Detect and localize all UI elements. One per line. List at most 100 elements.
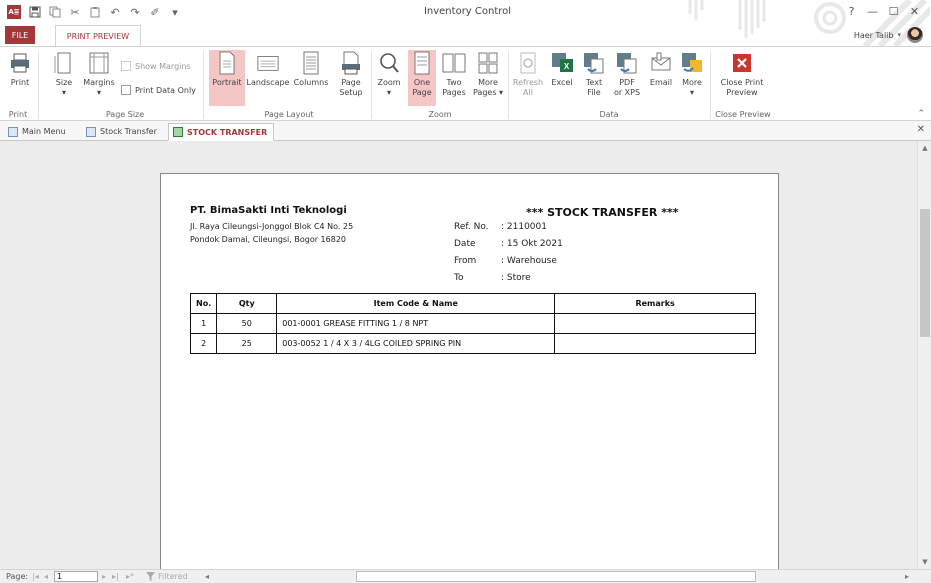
tab-file[interactable]: FILE: [5, 26, 35, 44]
report-icon: [173, 127, 183, 137]
page-setup-button[interactable]: Page Setup: [334, 50, 368, 106]
page-setup-icon: [339, 50, 363, 76]
page-label: Page:: [6, 572, 29, 581]
cut-icon[interactable]: ✂: [68, 5, 82, 19]
tab-stock-transfer-form-label: Stock Transfer: [100, 127, 157, 136]
report-title: *** STOCK TRANSFER ***: [526, 206, 679, 219]
table-row: 1 50 001-0001 GREASE FITTING 1 / 8 NPT: [189, 313, 756, 334]
filter-icon[interactable]: [146, 572, 155, 583]
date-value: : 15 Okt 2021: [501, 239, 563, 249]
more-export-button[interactable]: More ▾: [678, 50, 706, 106]
portrait-button[interactable]: Portrait: [209, 50, 245, 106]
print-data-only-checkbox[interactable]: Print Data Only: [121, 85, 196, 95]
text-file-icon: [582, 50, 606, 76]
prev-page-icon[interactable]: ◂: [44, 572, 48, 581]
refresh-label-2: All: [523, 88, 533, 97]
customize-toolbar-icon[interactable]: ▾: [168, 5, 182, 19]
data-group-label: Data: [599, 110, 619, 119]
window-title: Inventory Control: [423, 6, 512, 17]
horizontal-scrollbar[interactable]: [356, 571, 756, 582]
user-chevron-icon[interactable]: ▾: [897, 31, 901, 39]
close-object-icon[interactable]: ✕: [917, 124, 925, 135]
close-print-preview-button[interactable]: Close Print Preview: [716, 50, 768, 106]
export-pdf-button[interactable]: PDF or XPS: [611, 50, 643, 106]
filter-status[interactable]: Filtered: [158, 572, 188, 581]
pdf-label-1: PDF: [619, 78, 635, 87]
show-margins-checkbox[interactable]: Show Margins: [121, 61, 191, 71]
one-page-button[interactable]: One Page: [408, 50, 436, 106]
help-button[interactable]: ?: [841, 3, 862, 19]
items-table: No. Qty Item Code & Name Remarks 1 50 00…: [189, 293, 756, 354]
scroll-left-icon[interactable]: ◂: [205, 572, 209, 581]
zoom-button[interactable]: Zoom ▾: [375, 50, 403, 106]
close-preview-label-1: Close Print: [720, 78, 764, 87]
more-pages-button[interactable]: More Pages ▾: [471, 50, 505, 106]
address-line-1: Jl. Raya Cileungsi-Jonggol Blok C4 No. 2…: [190, 222, 354, 231]
margins-dropdown-icon: ▾: [96, 88, 101, 97]
page-setup-label-2: Setup: [339, 88, 363, 97]
zoom-group-label: Zoom: [428, 110, 452, 119]
save-icon[interactable]: [28, 5, 42, 19]
collapse-ribbon-icon[interactable]: ⌃: [917, 109, 925, 119]
export-text-file-button[interactable]: Text File: [580, 50, 608, 106]
margins-button[interactable]: Margins ▾: [80, 50, 118, 106]
scroll-down-icon[interactable]: ▼: [920, 557, 930, 567]
tab-stock-transfer-form[interactable]: Stock Transfer: [86, 124, 157, 139]
email-label: Email: [649, 78, 673, 87]
redo-icon[interactable]: ↷: [128, 5, 142, 19]
user-account[interactable]: Haer Talib ▾: [854, 27, 923, 43]
print-data-only-box[interactable]: [121, 85, 131, 95]
minimize-button[interactable]: —: [862, 3, 883, 19]
last-page-icon[interactable]: ▸|: [112, 572, 119, 581]
excel-icon: X: [550, 50, 574, 76]
print-button[interactable]: Print: [6, 50, 34, 106]
print-label: Print: [10, 78, 30, 87]
to-label: To: [454, 273, 464, 283]
export-excel-button[interactable]: X Excel: [548, 50, 576, 106]
scroll-right-icon[interactable]: ▸: [905, 572, 909, 581]
vertical-scroll-thumb[interactable]: [920, 209, 930, 337]
landscape-button[interactable]: Landscape: [246, 50, 290, 106]
columns-label: Columns: [293, 78, 329, 87]
page-number-input[interactable]: 1: [54, 571, 98, 582]
close-window-button[interactable]: ✕: [904, 3, 925, 19]
next-page-icon[interactable]: ▸: [102, 572, 106, 581]
table-header-row: No. Qty Item Code & Name Remarks: [189, 293, 756, 314]
more-pages-label-1: More: [478, 78, 498, 87]
email-button[interactable]: Email: [646, 50, 676, 106]
page-setup-label-1: Page: [341, 78, 361, 87]
paste-icon[interactable]: [88, 5, 102, 19]
pdf-label-2: or XPS: [613, 88, 641, 97]
size-button[interactable]: Size ▾: [50, 50, 78, 106]
tab-print-preview[interactable]: PRINT PREVIEW: [55, 25, 141, 46]
text-file-label-2: File: [587, 88, 601, 97]
tab-stock-transfer-report[interactable]: STOCK TRANSFER: [168, 123, 275, 141]
vertical-scrollbar[interactable]: ▲ ▼: [917, 141, 931, 569]
copy-icon[interactable]: [48, 5, 62, 19]
format-painter-icon[interactable]: ✐: [148, 5, 162, 19]
print-group-label: Print: [8, 110, 28, 119]
access-logo-icon[interactable]: A≣: [7, 5, 21, 19]
two-pages-button[interactable]: Two Pages: [438, 50, 470, 106]
close-preview-group-label: Close Preview: [715, 110, 771, 119]
tab-main-menu-label: Main Menu: [22, 127, 66, 136]
refresh-all-button[interactable]: Refresh All: [511, 50, 545, 106]
columns-button[interactable]: Columns: [291, 50, 331, 106]
user-name[interactable]: Haer Talib: [854, 31, 894, 40]
printer-icon: [8, 50, 32, 76]
undo-icon[interactable]: ↶: [108, 5, 122, 19]
first-page-icon[interactable]: |◂: [32, 572, 39, 581]
tab-main-menu[interactable]: Main Menu: [8, 124, 66, 139]
col-qty-header: Qty: [216, 293, 278, 314]
two-pages-label-2: Pages: [442, 88, 466, 97]
to-value: : Store: [501, 273, 531, 283]
new-record-icon[interactable]: ▸*: [126, 572, 134, 581]
show-margins-box[interactable]: [121, 61, 131, 71]
scroll-up-icon[interactable]: ▲: [920, 143, 930, 153]
avatar[interactable]: [907, 27, 923, 43]
restore-button[interactable]: ☐: [883, 3, 904, 19]
from-label: From: [454, 256, 477, 266]
one-page-label-2: Page: [412, 88, 432, 97]
portrait-icon: [215, 50, 239, 76]
ribbon-separator: [710, 51, 711, 119]
